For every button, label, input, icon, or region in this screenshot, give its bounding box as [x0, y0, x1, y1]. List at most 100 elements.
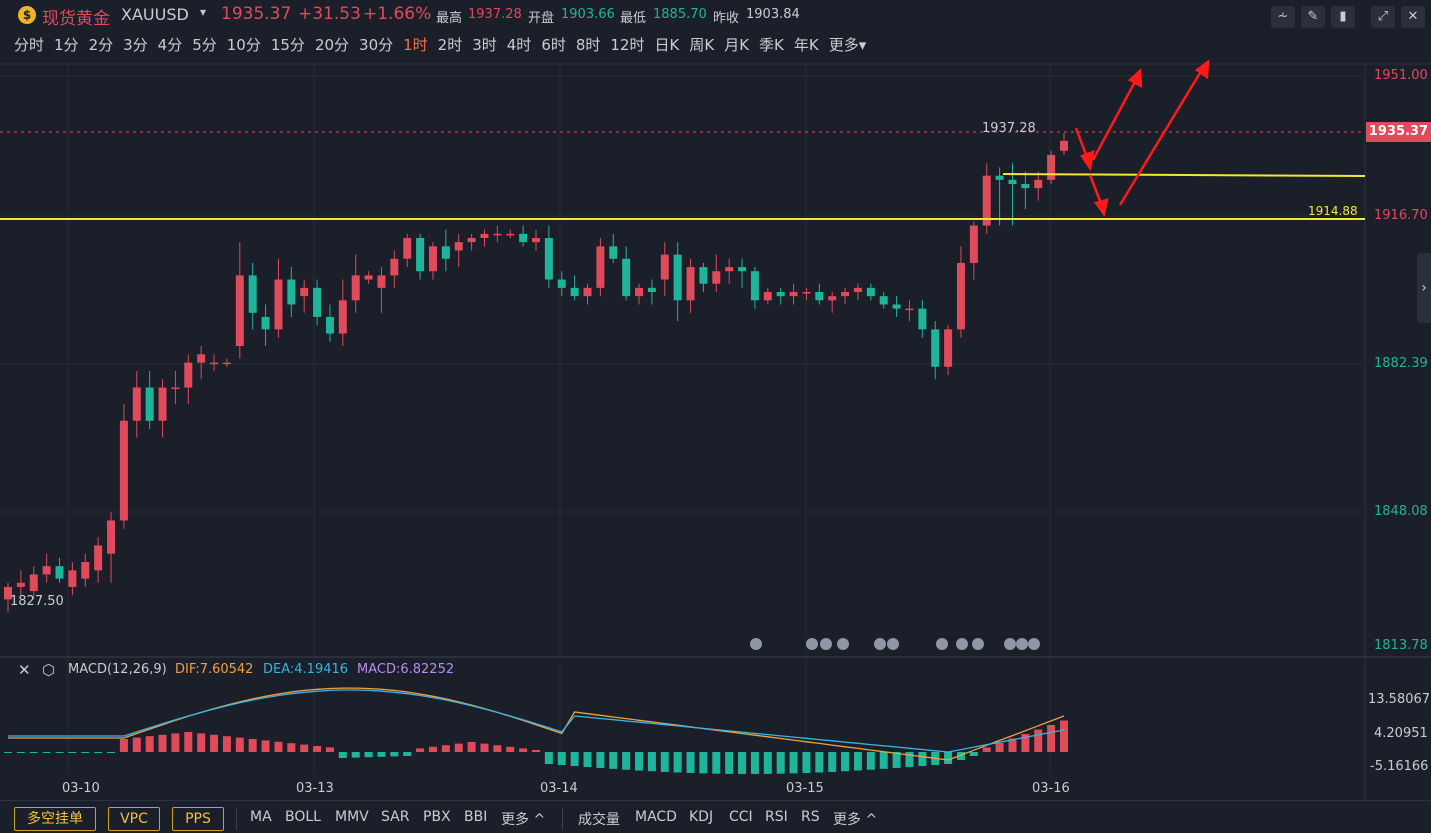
date-label: 03-10 [62, 781, 100, 796]
sub-indicator-macd[interactable]: MACD [635, 809, 677, 825]
candle-body [686, 267, 695, 301]
candle-body [570, 287, 579, 297]
candle-body [467, 238, 476, 243]
divider [562, 808, 563, 830]
macd-bar [557, 752, 566, 766]
macd-bar [609, 752, 618, 769]
candle-body [828, 296, 837, 301]
macd-bar [828, 752, 837, 772]
macd-bar [338, 752, 347, 758]
macd-bar [274, 741, 283, 752]
macd-bar [802, 752, 811, 773]
support-level-tag: 1914.88 [1308, 204, 1358, 218]
arrow-head-3 [1093, 198, 1109, 217]
sub-indicator-rsi[interactable]: RSI [765, 809, 788, 825]
candle-body [879, 296, 888, 305]
clock-icon [936, 638, 948, 650]
indicator-ma[interactable]: MA [250, 809, 272, 825]
candle-body [261, 316, 270, 330]
pps-button[interactable]: PPS [172, 807, 224, 831]
macd-bar [686, 752, 695, 773]
chevron-right-icon[interactable]: › [1417, 253, 1431, 323]
macd-bar [248, 739, 257, 752]
macd-bar [364, 752, 373, 758]
macd-bar [467, 742, 476, 752]
y-label-3: 1882.39 [1374, 356, 1428, 371]
sub-indicator-cci[interactable]: CCI [729, 809, 753, 825]
y-label-4: 1848.08 [1374, 504, 1428, 519]
candle-body [750, 271, 759, 301]
macd-bar [712, 752, 721, 774]
sub-indicator-rs[interactable]: RS [801, 809, 820, 825]
candle-body [338, 300, 347, 334]
indicator-sar[interactable]: SAR [381, 809, 409, 825]
candle-body [956, 262, 965, 330]
macd-bar [119, 739, 128, 752]
vpc-button[interactable]: VPC [108, 807, 160, 831]
macd-bar [107, 752, 116, 753]
candle-body [441, 246, 450, 259]
candle-body [699, 267, 708, 284]
candle-body [1047, 154, 1056, 180]
clock-icon [887, 638, 899, 650]
candle-body [480, 233, 489, 239]
macd-y-label-3: -5.16166 [1370, 759, 1429, 774]
macd-bar [235, 737, 244, 752]
candle-body [235, 275, 244, 347]
candle-body [248, 275, 257, 313]
macd-bar [428, 746, 437, 752]
macd-dea-value: DEA:4.19416 [263, 662, 349, 677]
candle-body [660, 254, 669, 280]
candle-body [287, 279, 296, 305]
candlestick-chart[interactable] [0, 0, 1431, 800]
macd-y-label-2: 4.20951 [1374, 726, 1428, 741]
candle-body [712, 271, 721, 284]
clock-icon [837, 638, 849, 650]
candle-body [42, 566, 51, 575]
indicator-bbi[interactable]: BBI [464, 809, 487, 825]
candle-body [763, 292, 772, 301]
y-label-5: 1813.78 [1374, 638, 1428, 653]
sub-indicator-more[interactable]: 更多 ^ [833, 809, 877, 829]
candle-body [583, 287, 592, 297]
clock-icon [806, 638, 818, 650]
macd-bar [325, 747, 334, 752]
macd-bar [776, 752, 785, 774]
macd-bar [841, 752, 850, 772]
sub-indicator-volume[interactable]: 成交量 [578, 809, 620, 829]
macd-bar [660, 752, 669, 772]
macd-bar [416, 748, 425, 752]
macd-bar [570, 752, 579, 767]
macd-bar [635, 752, 644, 771]
candle-body [416, 238, 425, 272]
clock-icon [972, 638, 984, 650]
candle-body [944, 329, 953, 367]
close-icon[interactable]: ✕ [18, 661, 31, 679]
candle-body [210, 362, 219, 365]
macd-bar [145, 736, 154, 752]
orders-button[interactable]: 多空挂单 [14, 807, 96, 831]
macd-title: MACD(12,26,9) [68, 662, 167, 677]
macd-hist-value: MACD:6.82252 [357, 662, 455, 677]
candle-body [493, 233, 502, 236]
macd-bar [1034, 729, 1043, 752]
trend-line [1002, 173, 1366, 177]
indicator-boll[interactable]: BOLL [285, 809, 321, 825]
macd-bar [879, 752, 888, 769]
sub-indicator-kdj[interactable]: KDJ [689, 809, 713, 825]
candle-body [776, 292, 785, 297]
candle-body [506, 233, 515, 236]
candle-body [969, 225, 978, 263]
macd-bar [29, 752, 38, 753]
indicator-pbx[interactable]: PBX [423, 809, 451, 825]
macd-bar [647, 752, 656, 772]
candle-body [158, 387, 167, 421]
macd-histogram [4, 720, 1068, 774]
arrow-head-1 [1080, 150, 1095, 172]
indicator-mmv[interactable]: MMV [335, 809, 369, 825]
indicator-more[interactable]: 更多 ^ [501, 809, 545, 829]
candle-body [197, 354, 206, 363]
settings-icon[interactable]: ⬡ [42, 661, 55, 679]
macd-dif-value: DIF:7.60542 [175, 662, 254, 677]
macd-bar [1060, 720, 1068, 752]
